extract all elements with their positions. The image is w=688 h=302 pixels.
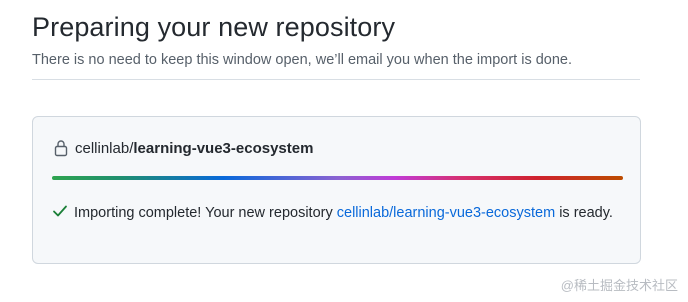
check-icon: [53, 205, 67, 217]
import-status-box: cellinlab / learning-vue3-ecosystem Import…: [32, 116, 641, 264]
import-progress-fill: [52, 176, 623, 180]
page-title: Preparing your new repository: [32, 12, 396, 42]
lock-icon: [54, 140, 68, 157]
status-prefix: Importing complete! Your new repository: [74, 205, 337, 221]
new-repo-link[interactable]: cellinlab/learning-vue3-ecosystem: [337, 205, 555, 221]
import-progress-bar: [52, 176, 623, 180]
repo-heading: cellinlab / learning-vue3-ecosystem: [53, 139, 313, 157]
import-status-message: Importing complete! Your new repository …: [52, 202, 627, 225]
repo-owner: cellinlab: [75, 139, 130, 157]
repo-name: learning-vue3-ecosystem: [133, 139, 314, 157]
watermark: @稀土掘金技术社区: [560, 278, 678, 293]
status-suffix: is ready.: [555, 205, 613, 221]
page-subtitle: There is no need to keep this window ope…: [32, 52, 573, 68]
header-divider: [32, 79, 640, 80]
